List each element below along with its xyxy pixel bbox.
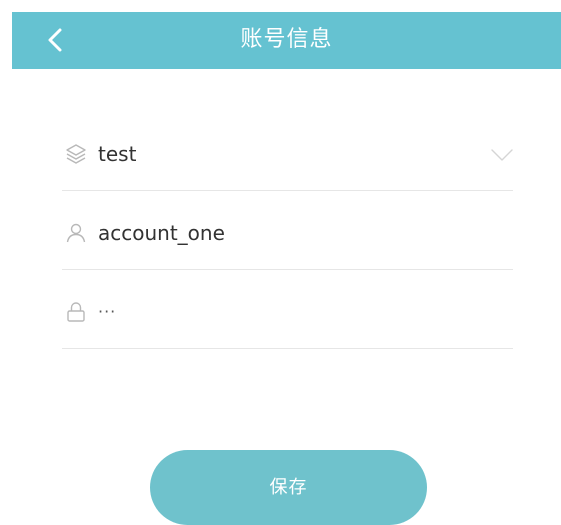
account-info-page: 账号信息 test account_one ··· 保存 [0, 0, 561, 525]
layers-icon [66, 144, 86, 164]
page-title: 账号信息 [240, 27, 333, 52]
password-value: ··· [98, 302, 117, 321]
lock-icon [67, 302, 85, 322]
top-spacer [0, 0, 561, 12]
chevron-down-icon[interactable] [491, 148, 513, 162]
password-field[interactable]: ··· [62, 272, 513, 349]
save-button[interactable]: 保存 [150, 450, 427, 525]
server-select-row[interactable]: test [62, 114, 513, 191]
account-value: account_one [98, 221, 225, 245]
account-field[interactable]: account_one [62, 193, 513, 270]
server-value: test [98, 142, 137, 166]
header-bar: 账号信息 [12, 12, 561, 69]
user-icon [66, 223, 86, 243]
account-form: test account_one ··· [62, 114, 513, 349]
